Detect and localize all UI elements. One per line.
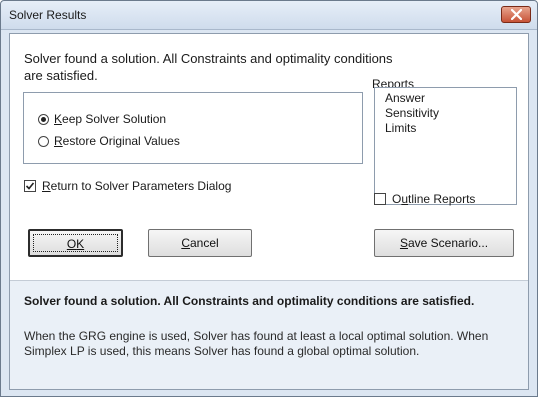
reports-listbox[interactable]: Answer Sensitivity Limits — [374, 87, 517, 205]
restore-values-option[interactable]: Restore Original Values — [38, 133, 180, 149]
checkmark-icon — [25, 182, 35, 190]
keep-solution-option[interactable]: Keep Solver Solution — [38, 111, 166, 127]
info-description: When the GRG engine is used, Solver has … — [24, 329, 489, 358]
solver-results-dialog: Solver Results Solver found a solution. … — [0, 0, 538, 397]
return-to-parameters-label: Return to Solver Parameters Dialog — [42, 179, 232, 193]
restore-values-radio[interactable] — [38, 135, 49, 147]
ok-button[interactable]: OK — [28, 229, 123, 257]
outline-reports-checkbox[interactable] — [374, 193, 386, 205]
result-message: Solver found a solution. All Constraints… — [24, 51, 393, 83]
restore-values-label: Restore Original Values — [54, 134, 180, 148]
outline-reports-label: Outline Reports — [392, 192, 476, 206]
report-item-limits[interactable]: Limits — [385, 121, 516, 136]
info-heading: Solver found a solution. All Constraints… — [24, 294, 475, 308]
title-bar: Solver Results — [1, 1, 537, 30]
keep-solution-label: Keep Solver Solution — [54, 112, 167, 126]
focus-outline — [33, 234, 118, 252]
report-item-sensitivity[interactable]: Sensitivity — [385, 106, 516, 121]
keep-solution-radio[interactable] — [38, 113, 49, 125]
dialog-body: Solver found a solution. All Constraints… — [9, 33, 529, 390]
close-icon — [511, 9, 522, 20]
report-item-answer[interactable]: Answer — [385, 91, 516, 106]
return-to-parameters-option[interactable]: Return to Solver Parameters Dialog — [24, 178, 231, 194]
window-title: Solver Results — [9, 8, 87, 22]
save-scenario-button[interactable]: Save Scenario... — [374, 229, 514, 257]
outline-reports-option[interactable]: Outline Reports — [374, 191, 475, 207]
cancel-button[interactable]: Cancel — [148, 229, 252, 257]
solution-options-group: Keep Solver Solution Restore Original Va… — [23, 92, 363, 164]
return-to-parameters-checkbox[interactable] — [24, 180, 36, 192]
info-panel: Solver found a solution. All Constraints… — [10, 281, 528, 389]
close-button[interactable] — [501, 6, 531, 23]
